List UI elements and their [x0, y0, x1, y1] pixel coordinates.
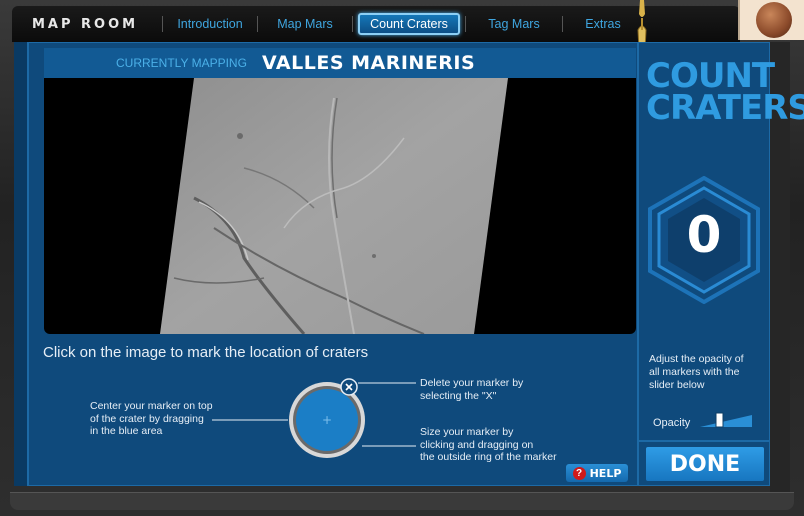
delete-marker-x-icon[interactable]: [340, 378, 358, 396]
nav-map-mars[interactable]: Map Mars: [258, 17, 352, 31]
brand-logo: MAP ROOM: [32, 16, 139, 32]
left-stripe: [14, 42, 28, 486]
opacity-slider-handle: [715, 412, 724, 428]
question-icon: ?: [572, 466, 586, 480]
nav-tag-mars[interactable]: Tag Mars: [466, 17, 562, 31]
center-marker-hint: Center your marker on top of the crater …: [90, 400, 213, 437]
delete-marker-hint: Delete your marker by selecting the "X": [420, 377, 524, 402]
opacity-description: Adjust the opacity of all markers with t…: [649, 353, 744, 391]
mars-thumbnail-box[interactable]: [738, 0, 804, 40]
nav-introduction[interactable]: Introduction: [163, 17, 257, 31]
currently-mapping-label: CURRENTLY MAPPING: [116, 56, 247, 70]
crater-count: 0: [686, 206, 722, 264]
nav-count-craters[interactable]: Count Craters: [358, 13, 460, 35]
nav-extras[interactable]: Extras: [563, 17, 643, 31]
top-nav: MAP ROOM Introduction Map Mars Count Cra…: [12, 6, 740, 42]
side-divider: [638, 440, 770, 442]
frame-bottom-bar: [10, 492, 794, 510]
crater-image-area[interactable]: [44, 78, 636, 334]
nav-count-craters-wrap: Count Craters: [353, 13, 465, 35]
svg-text:+: +: [322, 413, 332, 427]
main-instruction: Click on the image to mark the location …: [43, 344, 369, 361]
help-label: HELP: [589, 466, 622, 480]
mars-globe-icon: [756, 2, 792, 38]
opacity-slider[interactable]: [700, 412, 752, 428]
marker-diagram: + Center your marker on top of the crate…: [44, 368, 636, 486]
mapping-header: CURRENTLY MAPPING VALLES MARINERIS: [44, 48, 636, 78]
region-name: VALLES MARINERIS: [262, 52, 476, 74]
size-marker-hint: Size your marker by clicking and draggin…: [420, 426, 557, 463]
opacity-label: Opacity: [653, 417, 691, 429]
mars-surface-image[interactable]: [44, 78, 636, 334]
count-craters-title: COUNT CRATERS: [646, 56, 804, 128]
help-button[interactable]: ? HELP: [566, 464, 628, 482]
done-button[interactable]: DONE: [646, 447, 764, 481]
